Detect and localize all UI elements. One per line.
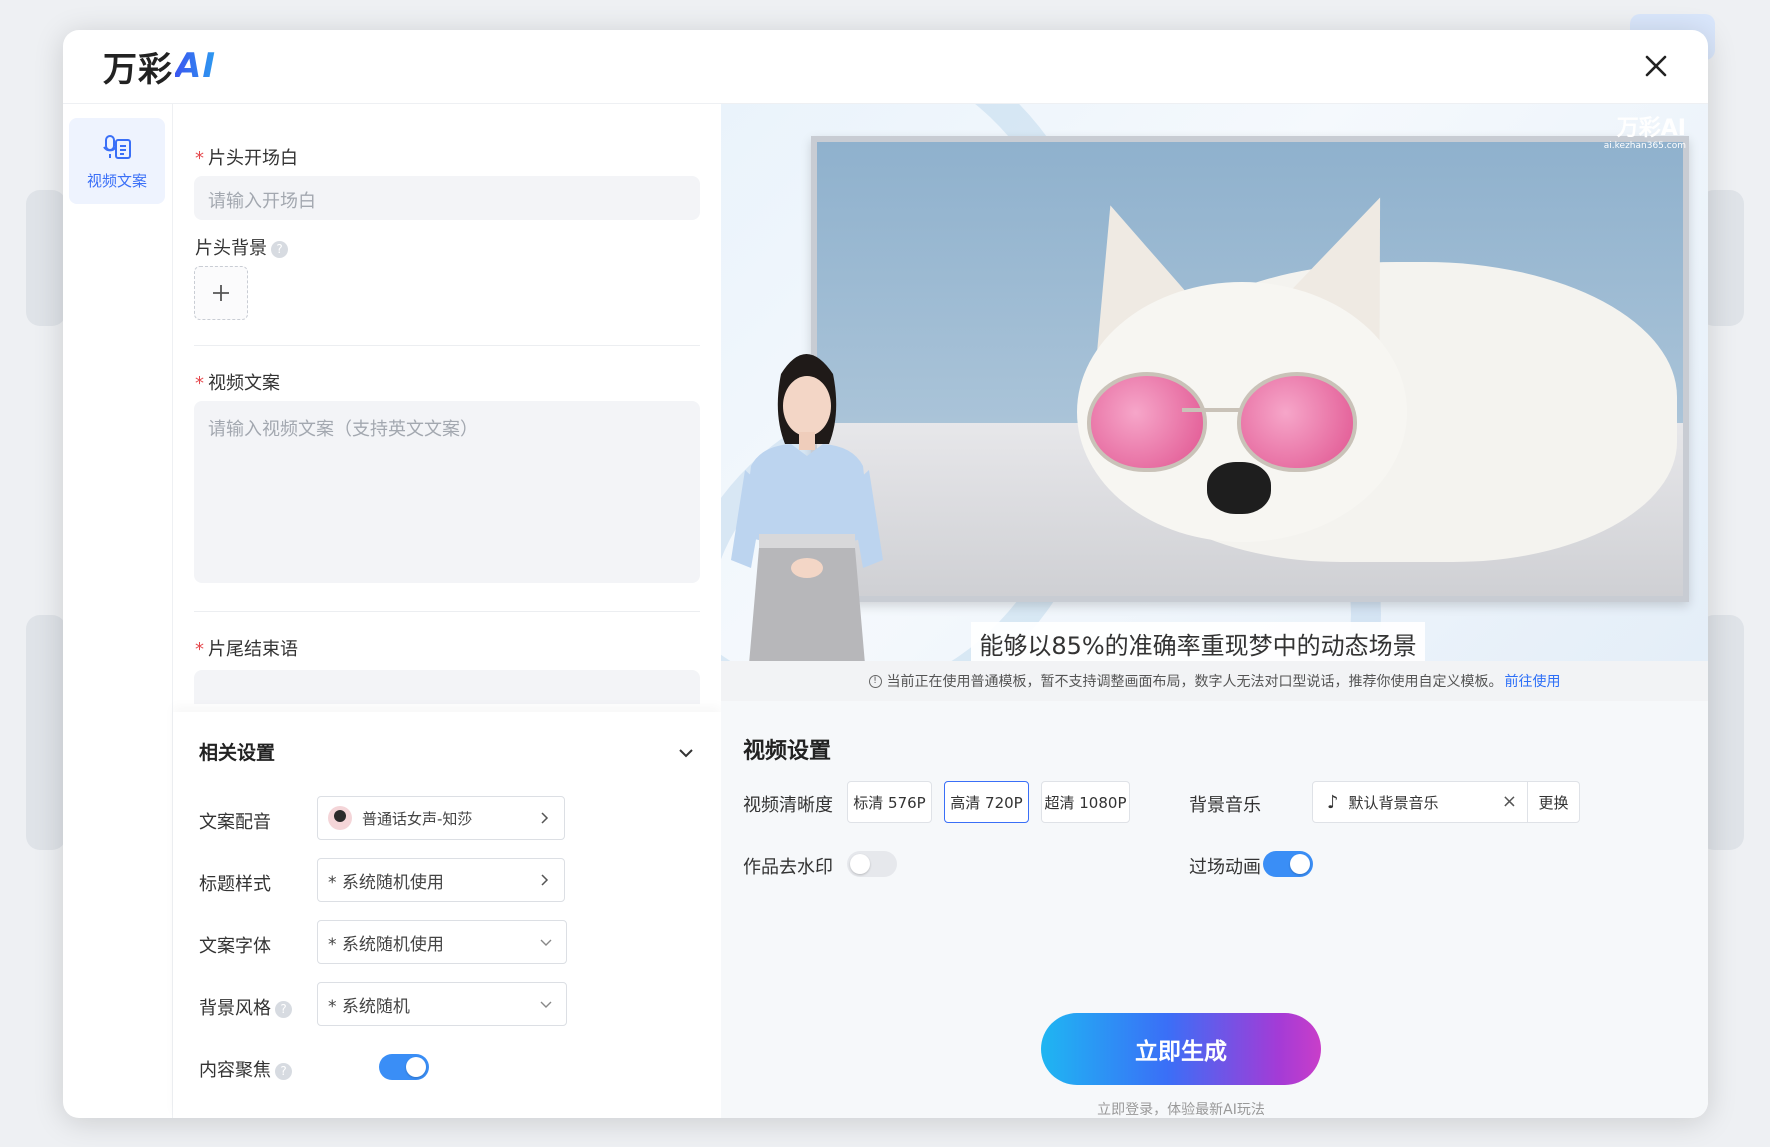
video-settings-panel: 视频设置 视频清晰度 标清 576P 高清 720P 超清 1080P 背景音乐… xyxy=(721,701,1708,1118)
opening-input[interactable]: 请输入开场白 xyxy=(194,176,700,220)
upload-bg-button[interactable] xyxy=(194,266,248,320)
title-style-select[interactable]: * 系统随机使用 xyxy=(317,858,565,902)
video-preview: 能够以85%的准确率重现梦中的动态场景 万彩AI ai.kezhan365.com xyxy=(721,104,1708,661)
plus-icon xyxy=(213,285,229,301)
quality-option-720[interactable]: 高清 720P xyxy=(944,781,1029,823)
sidebar-item-label: 视频文案 xyxy=(86,171,147,190)
background-card xyxy=(26,190,66,326)
focus-toggle[interactable] xyxy=(379,1054,429,1080)
music-value: 默认背景音乐 xyxy=(1348,793,1439,812)
transition-toggle[interactable] xyxy=(1263,851,1313,877)
watermark: 万彩AI ai.kezhan365.com xyxy=(1603,116,1686,151)
required-mark: * xyxy=(195,373,204,394)
avatar xyxy=(328,806,352,830)
video-settings-title: 视频设置 xyxy=(743,739,832,764)
font-label: 文案字体 xyxy=(199,936,271,957)
help-icon[interactable]: ? xyxy=(271,241,288,258)
music-note-icon: ♪ xyxy=(1327,791,1339,813)
change-music-button[interactable]: 更换 xyxy=(1527,782,1579,822)
logo-ai: AI xyxy=(175,46,216,86)
chevron-down-icon[interactable] xyxy=(675,742,697,764)
quality-label: 视频清晰度 xyxy=(743,795,833,816)
toggle-knob xyxy=(850,854,870,874)
related-settings-panel: 相关设置 文案配音 普通话女声-知莎 标题样式 * 系统随机使用 文案字体 * … xyxy=(173,712,721,1118)
required-mark: * xyxy=(195,639,204,660)
template-notice: ! 当前正在使用普通模板，暂不支持调整画面布局，数字人无法对口型说话，推荐你使用… xyxy=(721,661,1708,701)
chevron-right-icon xyxy=(541,812,549,824)
bg-style-select[interactable]: * 系统随机 xyxy=(317,982,567,1026)
script-mic-icon xyxy=(103,134,131,159)
opening-label: * 片头开场白 xyxy=(195,148,298,169)
voice-label: 文案配音 xyxy=(199,812,271,833)
chevron-down-icon xyxy=(540,1001,552,1008)
toggle-knob xyxy=(1290,854,1310,874)
title-style-value: * 系统随机使用 xyxy=(328,872,444,893)
bg-style-label: 背景风格? xyxy=(199,994,292,1020)
sidebar: 视频文案 xyxy=(63,104,173,1118)
clear-icon[interactable]: × xyxy=(1502,791,1517,812)
voice-value: 普通话女声-知莎 xyxy=(362,809,473,828)
logo-text: 万彩 xyxy=(103,49,173,90)
modal-header: 万彩 AI xyxy=(63,30,1708,104)
chevron-right-icon xyxy=(541,874,549,886)
digital-presenter xyxy=(731,354,883,661)
opening-bg-label: 片头背景? xyxy=(195,234,288,260)
quality-option-576[interactable]: 标清 576P xyxy=(847,781,932,823)
generate-button[interactable]: 立即生成 xyxy=(1041,1013,1321,1085)
font-select[interactable]: * 系统随机使用 xyxy=(317,920,567,964)
info-icon: ! xyxy=(868,674,882,688)
help-icon[interactable]: ? xyxy=(275,1063,292,1080)
sunglasses-bridge xyxy=(1182,408,1242,412)
login-hint[interactable]: 立即登录，体验最新AI玩法 xyxy=(1041,1099,1321,1118)
ending-input[interactable] xyxy=(194,670,700,704)
music-label: 背景音乐 xyxy=(1189,795,1261,816)
help-icon[interactable]: ? xyxy=(275,1001,292,1018)
script-form: * 片头开场白 请输入开场白 片头背景? * 视频文案 请输入视频文案（支持英文文案… xyxy=(173,104,721,704)
notice-text: 当前正在使用普通模板，暂不支持调整画面布局，数字人无法对口型说话，推荐你使用自定… xyxy=(886,674,1503,690)
transition-label: 过场动画 xyxy=(1189,857,1261,878)
generate-video-modal: 万彩 AI 视频文案 * 片头开场白 请输入开场白 片头背景? * 视频文案 请输入视… xyxy=(63,30,1708,1118)
close-icon[interactable] xyxy=(1640,50,1672,82)
quality-option-1080[interactable]: 超清 1080P xyxy=(1041,781,1130,823)
go-use-link[interactable]: 前往使用 xyxy=(1505,671,1561,691)
app-logo: 万彩 AI xyxy=(103,44,216,90)
script-textarea[interactable]: 请输入视频文案（支持英文文案） xyxy=(194,401,700,583)
sunglasses-lens xyxy=(1237,372,1357,472)
sidebar-item-video-script[interactable]: 视频文案 xyxy=(69,118,165,204)
background-card xyxy=(26,615,66,850)
sunglasses-lens xyxy=(1087,372,1207,472)
script-label: * 视频文案 xyxy=(195,373,280,394)
video-caption: 能够以85%的准确率重现梦中的动态场景 xyxy=(971,622,1425,661)
watermark-toggle[interactable] xyxy=(847,851,897,877)
required-mark: * xyxy=(195,148,204,169)
music-field[interactable]: ♪ 默认背景音乐 × 更换 xyxy=(1312,781,1580,823)
chevron-down-icon xyxy=(540,939,552,946)
settings-title: 相关设置 xyxy=(199,742,276,764)
font-value: * 系统随机使用 xyxy=(328,934,444,955)
title-style-label: 标题样式 xyxy=(199,874,271,895)
voice-select[interactable]: 普通话女声-知莎 xyxy=(317,796,565,840)
toggle-knob xyxy=(406,1057,426,1077)
divider xyxy=(194,611,700,612)
dog-nose xyxy=(1207,462,1271,514)
bg-style-value: * 系统随机 xyxy=(328,996,410,1017)
watermark-label: 作品去水印 xyxy=(743,857,833,878)
focus-label: 内容聚焦? xyxy=(199,1056,292,1082)
image-frame xyxy=(811,136,1689,602)
divider xyxy=(194,345,700,346)
ending-label: * 片尾结束语 xyxy=(195,639,298,660)
